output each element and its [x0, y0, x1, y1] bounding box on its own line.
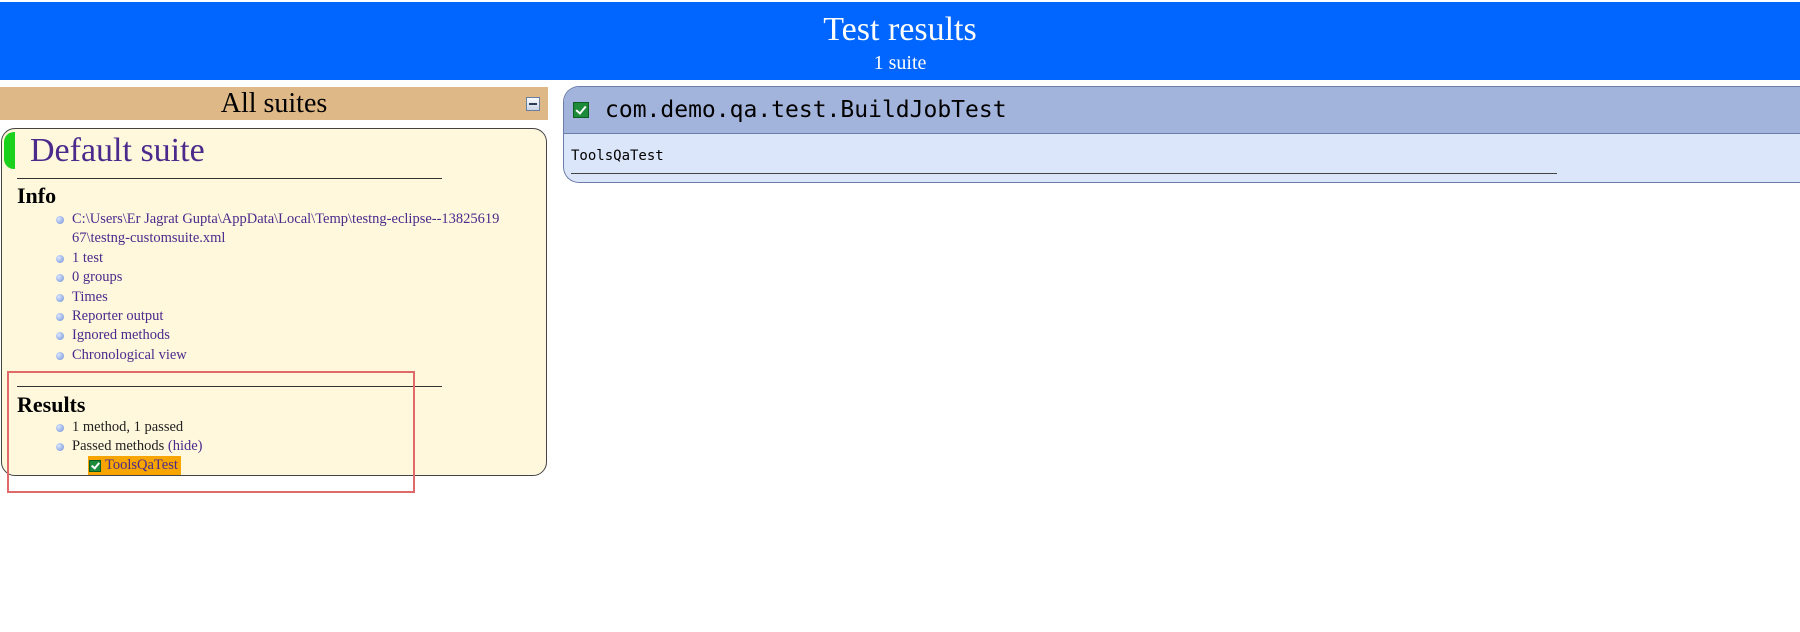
- suite-count: 1 suite: [873, 52, 927, 74]
- suite-panel: Default suite Info C:\Users\Er Jagrat Gu…: [1, 128, 547, 476]
- list-item[interactable]: Ignored methods: [2, 326, 502, 345]
- bullet-icon: [56, 274, 64, 283]
- bullet-icon: [56, 313, 64, 322]
- chronological-view-link[interactable]: Chronological view: [72, 347, 187, 363]
- report-header: Test results 1 suite: [0, 2, 1800, 80]
- list-item[interactable]: C:\Users\Er Jagrat Gupta\AppData\Local\T…: [2, 210, 502, 249]
- bullet-icon: [56, 254, 64, 263]
- suite-name: Default suite: [30, 132, 205, 169]
- info-list: C:\Users\Er Jagrat Gupta\AppData\Local\T…: [2, 210, 502, 365]
- list-item[interactable]: Reporter output: [2, 307, 502, 326]
- bullet-icon: [56, 332, 64, 341]
- times-link[interactable]: Times: [72, 289, 108, 305]
- passed-methods-label: Passed methods: [72, 438, 165, 455]
- bullet-icon: [56, 351, 64, 360]
- bullet-icon: [56, 443, 64, 452]
- results-heading: Results: [17, 392, 86, 417]
- test-class-header: com.demo.qa.test.BuildJobTest: [564, 87, 1800, 134]
- groups-link[interactable]: 0 groups: [72, 269, 122, 285]
- tests-link[interactable]: 1 test: [72, 250, 103, 266]
- all-suites-banner: All suites: [0, 87, 548, 120]
- suite-file-link[interactable]: C:\Users\Er Jagrat Gupta\AppData\Local\T…: [72, 211, 499, 246]
- bullet-icon: [56, 424, 64, 432]
- bullet-icon: [56, 293, 64, 302]
- report-title: Test results: [823, 11, 977, 48]
- list-item[interactable]: 0 groups: [2, 268, 502, 287]
- collapse-icon[interactable]: [526, 97, 540, 111]
- hide-link[interactable]: (hide): [168, 438, 203, 454]
- list-item: 1 method, 1 passed: [2, 418, 502, 437]
- ignored-methods-link[interactable]: Ignored methods: [72, 327, 170, 343]
- reporter-output-link[interactable]: Reporter output: [72, 308, 163, 324]
- list-item[interactable]: Times: [2, 288, 502, 307]
- divider: [17, 386, 442, 387]
- divider: [571, 173, 1557, 174]
- pass-check-icon: [573, 102, 589, 118]
- passed-method-name[interactable]: ToolsQaTest: [105, 456, 178, 475]
- results-list: 1 method, 1 passed Passed methods (hide): [2, 418, 502, 457]
- list-item[interactable]: 1 test: [2, 249, 502, 268]
- pass-check-icon: [89, 459, 101, 472]
- suite-status-bar: [4, 132, 15, 169]
- list-item[interactable]: Chronological view: [2, 346, 502, 365]
- test-class-card: com.demo.qa.test.BuildJobTest ToolsQaTes…: [563, 86, 1800, 183]
- test-class-name: com.demo.qa.test.BuildJobTest: [605, 97, 1007, 123]
- passed-method-item[interactable]: ToolsQaTest: [88, 456, 181, 475]
- test-method-name: ToolsQaTest: [571, 148, 664, 164]
- bullet-icon: [56, 216, 64, 224]
- list-item: Passed methods (hide): [2, 437, 502, 456]
- all-suites-label: All suites: [220, 88, 328, 119]
- info-heading: Info: [17, 183, 57, 208]
- results-summary: 1 method, 1 passed: [72, 419, 184, 435]
- divider: [17, 178, 442, 179]
